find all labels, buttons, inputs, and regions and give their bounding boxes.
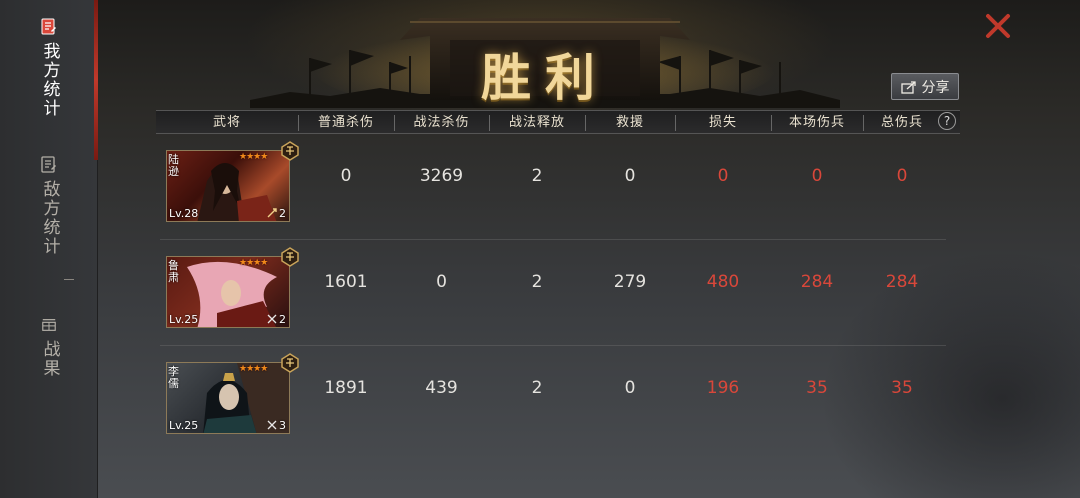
close-icon[interactable] xyxy=(982,10,1014,42)
tactic-kill-value: 3269 xyxy=(419,166,464,186)
sidebar-item-label: 战果 xyxy=(39,340,60,378)
tactic-kill-value: 0 xyxy=(436,272,447,292)
general-name: 李儒 xyxy=(168,365,179,390)
wounded-value: 35 xyxy=(806,378,828,398)
share-label: 分享 xyxy=(921,79,950,96)
sidebar-item-results[interactable]: 战果 xyxy=(0,316,98,378)
tactic-kill-value: 439 xyxy=(425,378,458,398)
column-header-loss: 损失 xyxy=(708,115,737,130)
weapon-icon xyxy=(267,314,277,324)
sidebar-item-label: 敌方统计 xyxy=(39,180,60,256)
column-header-wounded: 本场伤兵 xyxy=(788,115,845,130)
normal-kill-value: 1601 xyxy=(324,272,368,292)
star-rating: ★★★★ xyxy=(239,258,268,268)
table-row: 陆逊 ★★★★ Lv.28 2 0 3269 2 0 0 0 0 xyxy=(156,134,946,240)
total-wounded-value: 35 xyxy=(891,378,913,398)
rank-badge-icon xyxy=(281,353,299,373)
general-portrait[interactable]: 李儒 ★★★★ Lv.25 3 xyxy=(166,362,290,434)
document-icon xyxy=(41,18,56,35)
general-portrait[interactable]: 陆逊 ★★★★ Lv.28 2 xyxy=(166,150,290,222)
advance-count: 2 xyxy=(279,207,286,220)
general-name: 陆逊 xyxy=(168,153,179,178)
general-portrait[interactable]: 鲁肃 ★★★★ Lv.25 2 xyxy=(166,256,290,328)
loss-value: 196 xyxy=(706,378,740,398)
total-wounded-value: 0 xyxy=(896,166,908,186)
star-rating: ★★★★ xyxy=(239,152,268,162)
share-icon xyxy=(900,80,916,94)
loss-value: 0 xyxy=(717,166,729,186)
document-icon xyxy=(41,156,56,173)
tactic-cast-value: 2 xyxy=(531,166,543,186)
sidebar-divider xyxy=(64,279,74,280)
tactic-cast-value: 2 xyxy=(531,272,543,292)
weapon-icon xyxy=(267,420,277,430)
table-row: 李儒 ★★★★ Lv.25 3 1891 439 2 0 196 35 35 xyxy=(156,346,946,452)
tactic-cast-value: 2 xyxy=(531,378,543,398)
advance-count: 3 xyxy=(279,419,286,432)
table-header: 武将 普通杀伤 战法杀伤 战法释放 救援 损失 本场伤兵 总伤兵 xyxy=(156,110,960,134)
general-level: Lv.25 xyxy=(169,419,199,432)
sidebar-item-label: 我方统计 xyxy=(39,42,60,118)
rescue-value: 0 xyxy=(624,166,636,186)
victory-banner: 胜利 xyxy=(250,0,840,108)
normal-kill-value: 1891 xyxy=(324,378,368,398)
victory-title: 胜利 xyxy=(481,48,609,107)
total-wounded-value: 284 xyxy=(885,272,919,292)
treasure-icon xyxy=(42,319,56,331)
rank-badge-icon xyxy=(281,247,299,267)
star-rating: ★★★★ xyxy=(239,364,268,374)
advance-count: 2 xyxy=(279,313,286,326)
sidebar-item-our-stats[interactable]: 我方统计 xyxy=(0,18,98,118)
column-header-rescue: 救援 xyxy=(615,115,644,130)
general-name: 鲁肃 xyxy=(168,259,179,284)
column-header-normal-kill: 普通杀伤 xyxy=(317,115,374,130)
share-button[interactable]: 分享 xyxy=(891,73,959,100)
sidebar-item-enemy-stats[interactable]: 敌方统计 xyxy=(0,156,98,256)
rescue-value: 279 xyxy=(613,272,647,292)
column-header-tactic-cast: 战法释放 xyxy=(508,115,565,130)
loss-value: 480 xyxy=(706,272,740,292)
table-row: 鲁肃 ★★★★ Lv.25 2 1601 0 2 279 480 284 284 xyxy=(156,240,946,346)
general-level: Lv.25 xyxy=(169,313,199,326)
column-header-tactic-kill: 战法杀伤 xyxy=(413,115,470,130)
wounded-value: 284 xyxy=(800,272,834,292)
rescue-value: 0 xyxy=(624,378,636,398)
normal-kill-value: 0 xyxy=(340,166,352,186)
help-icon[interactable]: ? xyxy=(938,112,956,130)
wounded-value: 0 xyxy=(811,166,823,186)
column-header-total-wounded: 总伤兵 xyxy=(880,115,923,130)
general-level: Lv.28 xyxy=(169,207,199,220)
column-header-general: 武将 xyxy=(212,115,241,130)
weapon-icon xyxy=(267,208,277,218)
rank-badge-icon xyxy=(281,141,299,161)
